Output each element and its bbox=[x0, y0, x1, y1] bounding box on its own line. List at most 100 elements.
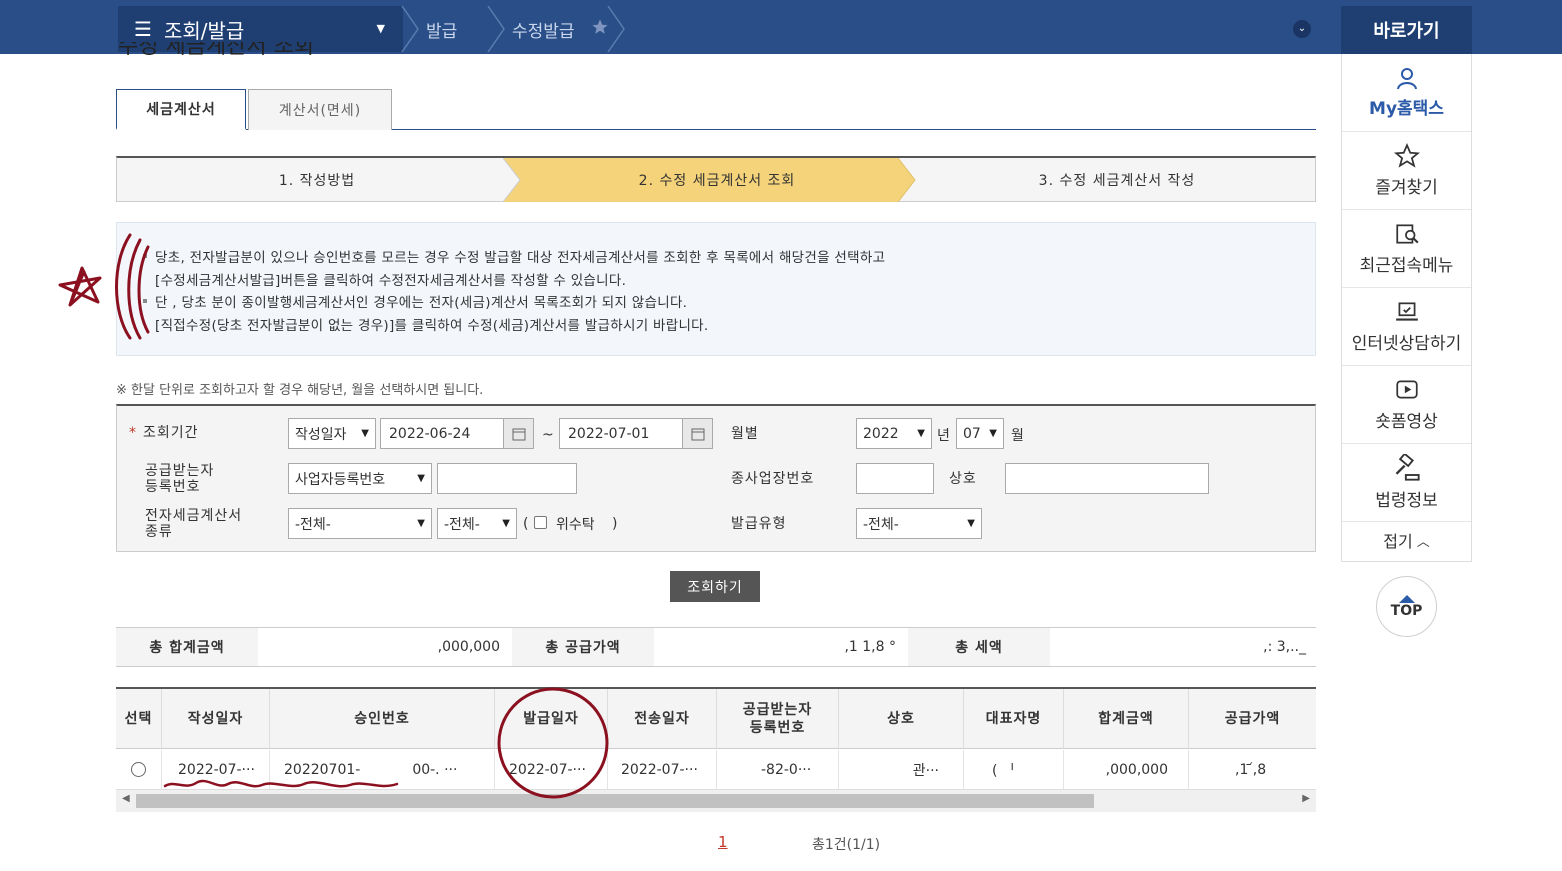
sidebar-item-shortform-video[interactable]: 숏폼영상 bbox=[1342, 366, 1471, 444]
cell-issue-date: 2022-07-··· bbox=[495, 750, 608, 790]
approval-no-tail: 00-. ··· bbox=[412, 761, 458, 778]
play-video-icon bbox=[1395, 380, 1418, 399]
total-supply-label: 총 공급가액 bbox=[512, 628, 654, 666]
scroll-left-icon[interactable]: ◀ bbox=[122, 793, 130, 804]
scrollbar-thumb[interactable] bbox=[136, 794, 1094, 808]
horizontal-scrollbar[interactable]: ◀ ▶ bbox=[116, 790, 1316, 812]
monthly-label: 월별 bbox=[731, 426, 759, 442]
invoice-subkind-select[interactable]: -전체- ▼ bbox=[437, 508, 517, 539]
header-buyer-reg-line1: 공급받는자 bbox=[742, 701, 813, 718]
sidebar-item-my-hometax[interactable]: My홈택스 bbox=[1342, 54, 1471, 132]
header-ceo: 대표자명 bbox=[964, 689, 1064, 749]
chevron-down-icon: ▼ bbox=[417, 518, 425, 529]
invoice-subkind-value: -전체- bbox=[444, 516, 480, 533]
consign-paren-close: ) bbox=[612, 516, 618, 532]
calendar-icon[interactable] bbox=[682, 418, 713, 449]
buyer-reg-label-line2: 등록번호 bbox=[145, 479, 201, 495]
month-unit: 월 bbox=[1011, 428, 1024, 444]
header-supply-amount: 공급가액 bbox=[1189, 689, 1316, 749]
page-number-current[interactable]: 1 bbox=[718, 833, 728, 851]
consign-checkbox[interactable] bbox=[534, 516, 547, 529]
invoice-kind-select[interactable]: -전체- ▼ bbox=[288, 508, 432, 539]
tab-invoice-taxfree[interactable]: 계산서(면세) bbox=[248, 89, 392, 130]
sidebar-item-recent-menu[interactable]: 최근접속메뉴 bbox=[1342, 210, 1471, 288]
scroll-top-button[interactable]: TOP bbox=[1376, 576, 1437, 637]
consign-label: 위수탁 bbox=[556, 517, 595, 533]
search-button[interactable]: 조회하기 bbox=[670, 571, 760, 602]
period-type-select[interactable]: 작성일자 ▼ bbox=[288, 418, 376, 449]
chevron-down-icon: ▼ bbox=[967, 518, 975, 529]
issue-type-label: 발급유형 bbox=[731, 516, 787, 532]
consign-paren-open: ( bbox=[523, 516, 529, 532]
invoice-kind-label: 전자세금계산서 종류 bbox=[145, 508, 242, 540]
header-approval-no: 승인번호 bbox=[270, 689, 495, 749]
notice-line-4: [직접수정(당초 전자발급분이 없는 경우)]를 클릭하여 수정(세금)계산서를… bbox=[155, 318, 709, 334]
buyer-reg-type-select[interactable]: 사업자등록번호 ▼ bbox=[288, 463, 432, 494]
nav-edge bbox=[0, 0, 118, 54]
breadcrumb-issue[interactable]: 발급 bbox=[426, 6, 457, 52]
scroll-right-icon[interactable]: ▶ bbox=[1302, 793, 1310, 804]
total-amount-label: 총 합계금액 bbox=[116, 628, 258, 666]
calendar-icon[interactable] bbox=[503, 418, 534, 449]
date-separator: ~ bbox=[542, 427, 554, 443]
header-issue-date: 발급일자 bbox=[495, 689, 608, 749]
recent-search-icon bbox=[1395, 224, 1419, 244]
bullet-icon bbox=[143, 299, 147, 303]
header-total-amount: 합계금액 bbox=[1064, 689, 1189, 749]
sidebar-item-online-consult[interactable]: 인터넷상담하기 bbox=[1342, 288, 1471, 366]
notice-line-1: 당초, 전자발급분이 있으나 승인번호를 모르는 경우 수정 발급할 대상 전자… bbox=[155, 250, 886, 266]
sidebar-item-label: My홈택스 bbox=[1369, 99, 1444, 119]
tab-tax-invoice[interactable]: 세금계산서 bbox=[116, 89, 246, 130]
top-label: TOP bbox=[1390, 602, 1423, 619]
breadcrumb-separator-icon bbox=[487, 6, 505, 52]
row-select-radio[interactable] bbox=[131, 762, 146, 777]
year-value: 2022 bbox=[863, 425, 899, 442]
step-1: 1. 작성방법 bbox=[278, 173, 356, 189]
branch-no-label: 종사업장번호 bbox=[731, 471, 815, 487]
buyer-reg-type-value: 사업자등록번호 bbox=[295, 471, 386, 488]
month-select[interactable]: 07 ▼ bbox=[956, 418, 1004, 449]
year-select[interactable]: 2022 ▼ bbox=[856, 418, 932, 449]
cell-supply-amount: ,1 ᷄,8 bbox=[1189, 750, 1316, 790]
header-write-date: 작성일자 bbox=[162, 689, 270, 749]
sidebar-item-favorites[interactable]: 즐겨찾기 bbox=[1342, 132, 1471, 210]
totals-bar: 총 합계금액 ,000,000 총 공급가액 ,1 1,8 ° 총 세액 ,: … bbox=[116, 627, 1316, 667]
results-table: 선택 작성일자 승인번호 발급일자 전송일자 공급받는자 등록번호 상호 대표자명… bbox=[116, 687, 1316, 790]
invoice-kind-label-line2: 종류 bbox=[145, 524, 173, 540]
sidebar-item-label: 숏폼영상 bbox=[1375, 412, 1438, 432]
total-supply-value: ,1 1,8 ° bbox=[844, 639, 896, 655]
header-buyer-reg-line2: 등록번호 bbox=[749, 719, 806, 736]
cell-send-date: 2022-07-··· bbox=[608, 750, 717, 790]
date-to-input[interactable]: 2022-07-01 bbox=[559, 418, 683, 449]
search-form: * 조회기간 작성일자 ▼ 2022-06-24 ~ 2022-07-01 월별 2… bbox=[116, 404, 1316, 552]
cell-write-date: 2022-07-··· bbox=[162, 750, 270, 790]
company-name-label: 상호 bbox=[949, 471, 977, 487]
buyer-reg-label-line1: 공급받는자 bbox=[145, 463, 215, 479]
cell-ceo: ( ᅵ bbox=[964, 750, 1064, 790]
issue-type-select[interactable]: -전체- ▼ bbox=[856, 508, 982, 539]
sidebar-item-law-info[interactable]: 법령정보 bbox=[1342, 444, 1471, 522]
buyer-reg-input[interactable] bbox=[437, 463, 577, 494]
expand-menu-icon[interactable]: ⌄ bbox=[1293, 20, 1311, 38]
page-total-count: 총1건(1/1) bbox=[812, 837, 881, 853]
branch-no-input[interactable] bbox=[856, 463, 934, 494]
total-amount-value: ,000,000 bbox=[437, 639, 500, 655]
cell-approval-no[interactable]: 20220701- 00-. ··· bbox=[270, 750, 495, 790]
star-doodle-stroke bbox=[70, 270, 86, 302]
chevron-down-icon: ▼ bbox=[376, 22, 385, 35]
step-3: 3. 수정 세금계산서 작성 bbox=[1038, 173, 1196, 189]
sidebar-fold-button[interactable]: 접기 ︿ bbox=[1342, 522, 1471, 558]
breadcrumb-modify-issue[interactable]: 수정발급 bbox=[512, 6, 575, 52]
header-buyer-reg: 공급받는자 등록번호 bbox=[717, 689, 839, 749]
invoice-kind-value: -전체- bbox=[295, 516, 331, 533]
notice-line-2: [수정세금계산서발급]버튼을 클릭하여 수정전자세금계산서를 작성할 수 있습니… bbox=[155, 273, 627, 289]
company-name-input[interactable] bbox=[1005, 463, 1209, 494]
star-icon bbox=[1393, 143, 1420, 168]
date-from-input[interactable]: 2022-06-24 bbox=[380, 418, 504, 449]
fold-label: 접기 bbox=[1383, 532, 1413, 551]
row-select-cell bbox=[116, 750, 162, 790]
sidebar-item-label: 즐겨찾기 bbox=[1375, 178, 1438, 198]
chevron-down-icon: ▼ bbox=[989, 428, 997, 439]
header-select: 선택 bbox=[116, 689, 162, 749]
user-icon bbox=[1396, 68, 1417, 90]
